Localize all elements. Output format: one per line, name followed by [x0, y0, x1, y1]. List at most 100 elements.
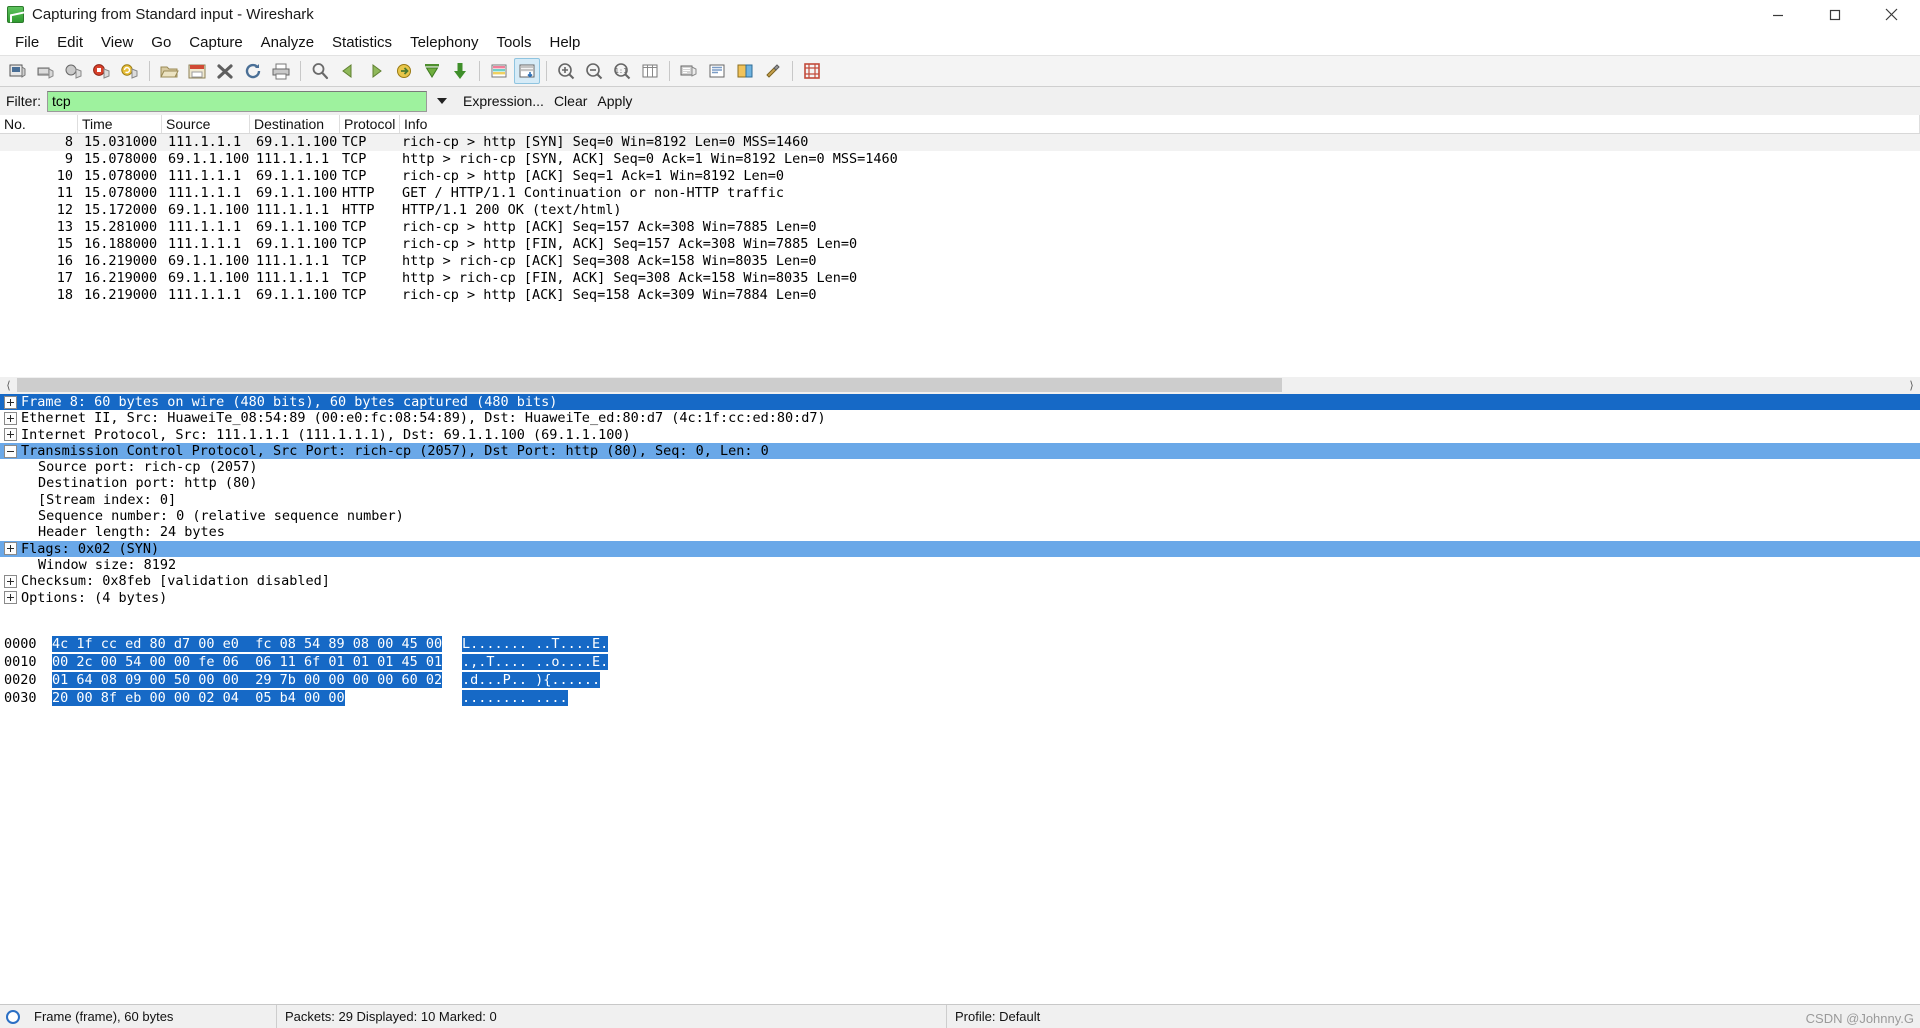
packet-row[interactable]: 8 15.031000 111.1.1.1 69.1.1.100 TCP rich-cp … [0, 134, 1920, 151]
scroll-right-icon[interactable]: ⟩ [1903, 377, 1920, 394]
expand-icon[interactable] [4, 428, 17, 442]
menu-capture[interactable]: Capture [180, 32, 251, 53]
find-packet-icon[interactable] [307, 58, 333, 84]
print-icon[interactable] [268, 58, 294, 84]
packet-list-hscrollbar[interactable]: ⟨ ⟩ [0, 377, 1920, 394]
detail-tree-row[interactable]: Destination port: http (80) [0, 475, 1920, 491]
restart-capture-icon[interactable] [117, 58, 143, 84]
packet-row[interactable]: 13 15.281000 111.1.1.1 69.1.1.100 TCP rich-cp… [0, 219, 1920, 236]
cell-protocol: TCP [342, 219, 367, 235]
detail-tree-row[interactable]: Transmission Control Protocol, Src Port:… [0, 442, 1920, 460]
hex-dump-row[interactable]: 0020 01 64 08 09 00 50 00 00 29 7b 00 00 … [0, 671, 1920, 689]
detail-tree-row[interactable]: Options: (4 bytes) [0, 590, 1920, 606]
detail-tree-row[interactable]: Header length: 24 bytes [0, 524, 1920, 540]
go-forward-icon[interactable] [363, 58, 389, 84]
go-back-icon[interactable] [335, 58, 361, 84]
packet-row[interactable]: 18 16.219000 111.1.1.1 69.1.1.100 TCP rich-cp… [0, 287, 1920, 304]
hex-dump-row[interactable]: 0000 4c 1f cc ed 80 d7 00 e0 fc 08 54 89 … [0, 635, 1920, 653]
status-right[interactable]: Profile: Default [946, 1004, 1920, 1028]
menu-tools[interactable]: Tools [487, 32, 540, 53]
colorize-icon[interactable] [486, 58, 512, 84]
maximize-button[interactable] [1806, 0, 1863, 30]
column-header-info[interactable]: Info [400, 115, 1920, 133]
coloring-rules-icon[interactable] [732, 58, 758, 84]
auto-scroll-icon[interactable] [514, 58, 540, 84]
packet-row[interactable]: 10 15.078000 111.1.1.1 69.1.1.100 TCP rich-cp… [0, 168, 1920, 185]
capture-options-icon[interactable] [33, 58, 59, 84]
menu-statistics[interactable]: Statistics [323, 32, 401, 53]
go-to-last-icon[interactable] [447, 58, 473, 84]
column-header-source[interactable]: Source [162, 115, 250, 133]
cell-time: 15.031000 [84, 134, 158, 150]
column-header-protocol[interactable]: Protocol [340, 115, 400, 133]
save-file-icon[interactable] [184, 58, 210, 84]
packet-detail-pane[interactable]: Frame 8: 60 bytes on wire (480 bits), 60… [0, 394, 1920, 632]
display-filters-icon[interactable] [704, 58, 730, 84]
hex-dump-row[interactable]: 0010 00 2c 00 54 00 00 fe 06 06 11 6f 01 … [0, 653, 1920, 671]
go-to-first-icon[interactable] [419, 58, 445, 84]
clear-filter-button[interactable]: Clear [554, 93, 587, 109]
expand-icon[interactable] [4, 395, 17, 409]
detail-tree-row[interactable]: Flags: 0x02 (SYN) [0, 540, 1920, 557]
packet-bytes-pane[interactable]: 0000 4c 1f cc ed 80 d7 00 e0 fc 08 54 89 … [0, 632, 1920, 1004]
zoom-reset-icon[interactable]: 1:1 [609, 58, 635, 84]
menu-analyze[interactable]: Analyze [252, 32, 323, 53]
apply-filter-button[interactable]: Apply [597, 93, 632, 109]
column-header-destination[interactable]: Destination [250, 115, 340, 133]
detail-tree-row[interactable]: Frame 8: 60 bytes on wire (480 bits), 60… [0, 394, 1920, 411]
packet-row[interactable]: 12 15.172000 69.1.1.100 111.1.1.1 HTTP HTTP/1… [0, 202, 1920, 219]
column-header-time[interactable]: Time [78, 115, 162, 133]
hex-dump-row[interactable]: 0030 20 00 8f eb 00 00 02 04 05 b4 00 00.… [0, 689, 1920, 707]
expand-icon[interactable] [4, 542, 17, 556]
help-contents-icon[interactable] [799, 58, 825, 84]
capture-filters-icon[interactable] [676, 58, 702, 84]
hex-bytes-highlight: 4c 1f cc ed 80 d7 00 e0 fc 08 54 89 08 0… [52, 636, 443, 652]
expand-icon[interactable] [4, 574, 17, 588]
minimize-button[interactable] [1749, 0, 1806, 30]
go-to-packet-icon[interactable] [391, 58, 417, 84]
stop-capture-icon[interactable] [89, 58, 115, 84]
expression-button[interactable]: Expression... [463, 93, 544, 109]
packet-list-pane[interactable]: No. Time Source Destination Protocol Inf… [0, 115, 1920, 377]
menu-telephony[interactable]: Telephony [401, 32, 487, 53]
cell-protocol: TCP [342, 253, 367, 269]
packet-row[interactable]: 17 16.219000 69.1.1.100 111.1.1.1 TCP http > … [0, 270, 1920, 287]
detail-tree-row[interactable]: [Stream index: 0] [0, 492, 1920, 508]
start-capture-icon[interactable] [61, 58, 87, 84]
expand-icon[interactable] [4, 591, 17, 605]
zoom-out-icon[interactable] [581, 58, 607, 84]
reload-icon[interactable] [240, 58, 266, 84]
chevron-down-icon[interactable] [431, 90, 453, 112]
close-button[interactable] [1863, 0, 1920, 30]
detail-tree-row[interactable]: Checksum: 0x8feb [validation disabled] [0, 573, 1920, 589]
detail-tree-row[interactable]: Internet Protocol, Src: 111.1.1.1 (111.1… [0, 427, 1920, 443]
hscroll-track[interactable] [17, 377, 1903, 394]
menu-file[interactable]: File [6, 32, 48, 53]
detail-tree-row[interactable]: Window size: 8192 [0, 557, 1920, 573]
menu-help[interactable]: Help [540, 32, 589, 53]
column-header-no[interactable]: No. [0, 115, 78, 133]
packet-row[interactable]: 11 15.078000 111.1.1.1 69.1.1.100 HTTP GET / … [0, 185, 1920, 202]
scroll-left-icon[interactable]: ⟨ [0, 377, 17, 394]
filter-input[interactable] [47, 90, 427, 112]
close-file-icon[interactable] [212, 58, 238, 84]
interfaces-icon[interactable] [5, 58, 31, 84]
capture-status-icon[interactable] [6, 1009, 20, 1024]
packet-row[interactable]: 15 16.188000 111.1.1.1 69.1.1.100 TCP rich-cp… [0, 236, 1920, 253]
menu-view[interactable]: View [92, 32, 142, 53]
open-file-icon[interactable] [156, 58, 182, 84]
detail-tree-row[interactable]: Ethernet II, Src: HuaweiTe_08:54:89 (00:… [0, 410, 1920, 426]
menu-edit[interactable]: Edit [48, 32, 92, 53]
zoom-in-icon[interactable] [553, 58, 579, 84]
collapse-icon[interactable] [4, 444, 17, 458]
packet-row[interactable]: 16 16.219000 69.1.1.100 111.1.1.1 TCP http > … [0, 253, 1920, 270]
hscroll-thumb[interactable] [17, 378, 1282, 392]
detail-tree-row[interactable]: Source port: rich-cp (2057) [0, 459, 1920, 475]
packet-row[interactable]: 9 15.078000 69.1.1.100 111.1.1.1 TCP http > r… [0, 151, 1920, 168]
menu-go[interactable]: Go [142, 32, 180, 53]
preferences-icon[interactable] [760, 58, 786, 84]
resize-columns-icon[interactable] [637, 58, 663, 84]
expand-icon[interactable] [4, 411, 17, 425]
detail-tree-row[interactable]: Sequence number: 0 (relative sequence nu… [0, 508, 1920, 524]
packet-list-header: No. Time Source Destination Protocol Inf… [0, 115, 1920, 134]
